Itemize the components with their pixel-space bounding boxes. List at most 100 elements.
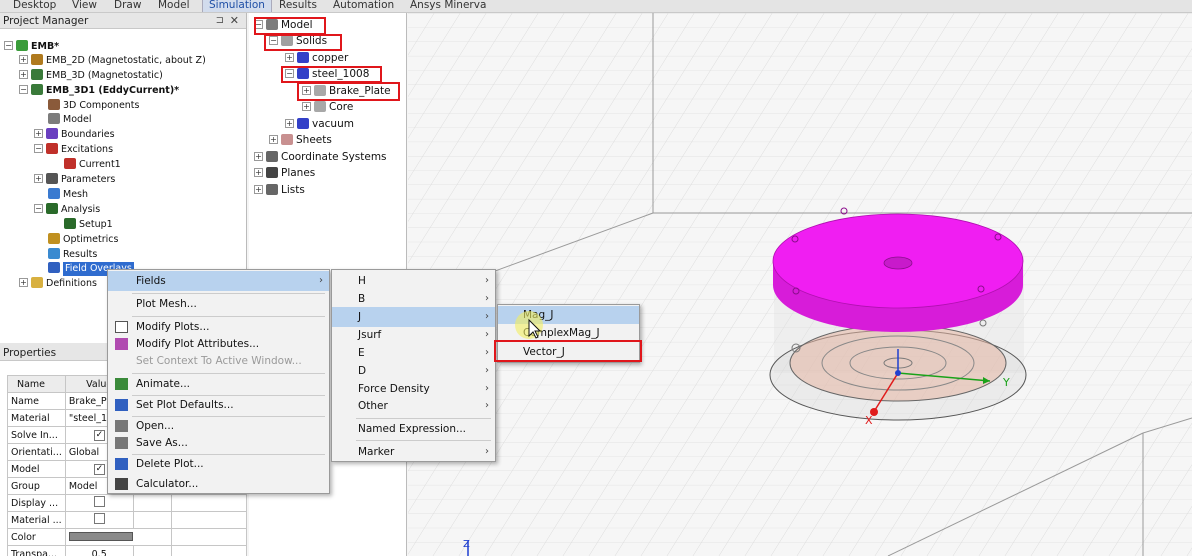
boundaries-icon xyxy=(46,128,58,139)
submenu-item-j[interactable]: J › xyxy=(332,307,495,327)
expand-icon[interactable]: + xyxy=(254,185,263,194)
property-value[interactable]: 0.5 xyxy=(64,545,134,556)
expand-icon[interactable]: + xyxy=(269,135,278,144)
submenu-item-jsurf[interactable]: Jsurf › xyxy=(332,325,495,345)
table-row[interactable]: Color xyxy=(7,528,248,546)
expand-icon[interactable]: + xyxy=(285,119,294,128)
current-icon xyxy=(64,158,76,169)
tree-item-model[interactable]: − Model xyxy=(254,18,313,32)
submenu-arrow-icon: › xyxy=(485,311,489,322)
collapse-icon[interactable]: − xyxy=(4,41,13,50)
submenu-item-h[interactable]: H › xyxy=(332,271,495,291)
pm-item-definitions[interactable]: + Definitions xyxy=(19,277,97,291)
submenu-item-d[interactable]: D › xyxy=(332,361,495,381)
pm-item-optimetrics[interactable]: Optimetrics xyxy=(48,233,118,247)
delete-plot-icon xyxy=(115,458,128,470)
expand-icon[interactable]: + xyxy=(285,53,294,62)
expand-icon[interactable]: + xyxy=(302,86,311,95)
expand-icon[interactable]: + xyxy=(19,55,28,64)
analysis-icon xyxy=(46,203,58,214)
tree-item-core[interactable]: + Core xyxy=(302,100,353,114)
components-icon xyxy=(48,99,60,110)
pm-item-excitations[interactable]: − Excitations xyxy=(34,143,113,157)
submenu-item-b[interactable]: B › xyxy=(332,289,495,309)
collapse-icon[interactable]: − xyxy=(285,69,294,78)
collapse-icon[interactable]: − xyxy=(19,85,28,94)
3d-viewport[interactable]: X Y Z xyxy=(408,13,1192,556)
model-checkbox[interactable]: ✓ xyxy=(93,464,105,475)
tree-item-solids[interactable]: − Solids xyxy=(269,34,327,48)
tab-desktop[interactable]: Desktop xyxy=(13,0,56,12)
pm-item-mesh[interactable]: Mesh xyxy=(48,188,88,202)
pm-item-analysis[interactable]: − Analysis xyxy=(34,203,100,217)
menu-item-fields[interactable]: Fields › xyxy=(108,271,329,291)
solve-inside-checkbox[interactable]: ✓ xyxy=(93,430,105,441)
tree-item-planes[interactable]: + Planes xyxy=(254,166,315,180)
pm-item-results[interactable]: Results xyxy=(48,248,97,262)
collapse-icon[interactable]: − xyxy=(34,204,43,213)
pm-item-emb-3d1[interactable]: − EMB_3D1 (EddyCurrent)* xyxy=(19,84,179,98)
menu-item-calculator[interactable]: Calculator... xyxy=(108,474,329,494)
submenu-item-other[interactable]: Other › xyxy=(332,396,495,416)
property-value xyxy=(64,528,172,546)
pm-item-emb-2d[interactable]: + EMB_2D (Magnetostatic, about Z) xyxy=(19,54,206,68)
tab-view[interactable]: View xyxy=(72,0,97,12)
property-name: Display ... xyxy=(7,494,66,512)
collapse-icon[interactable]: − xyxy=(269,36,278,45)
menu-item-set-plot-defaults[interactable]: Set Plot Defaults... xyxy=(108,395,329,415)
menu-item-save-as[interactable]: Save As... xyxy=(108,433,329,453)
tree-item-copper[interactable]: + copper xyxy=(285,51,348,65)
collapse-icon[interactable]: − xyxy=(34,144,43,153)
submenu-item-vector-j[interactable]: Vector_J xyxy=(498,343,639,361)
display-wireframe-checkbox[interactable] xyxy=(93,496,105,507)
submenu-item-named-expression[interactable]: Named Expression... xyxy=(332,419,495,439)
pm-item-boundaries[interactable]: + Boundaries xyxy=(34,128,115,142)
tab-simulation[interactable]: Simulation xyxy=(202,0,272,12)
submenu-arrow-icon: › xyxy=(485,293,489,304)
menu-item-delete-plot[interactable]: Delete Plot... xyxy=(108,454,329,474)
expand-icon[interactable]: + xyxy=(34,129,43,138)
pm-item-3d-components[interactable]: 3D Components xyxy=(48,99,139,113)
menu-item-animate[interactable]: Animate... xyxy=(108,374,329,394)
menu-item-plot-mesh[interactable]: Plot Mesh... xyxy=(108,294,329,314)
optimetrics-icon xyxy=(48,233,60,244)
field-overlays-icon xyxy=(48,262,60,273)
close-icon[interactable]: ✕ xyxy=(230,14,239,27)
material-icon xyxy=(297,118,309,129)
table-row[interactable]: Material ... xyxy=(7,511,248,529)
tab-draw[interactable]: Draw xyxy=(114,0,141,12)
table-row[interactable]: Display ... xyxy=(7,494,248,512)
tab-automation[interactable]: Automation xyxy=(333,0,394,12)
expand-icon[interactable]: + xyxy=(19,278,28,287)
expand-icon[interactable]: + xyxy=(302,102,311,111)
project-manager-title: Project Manager xyxy=(3,15,89,27)
pm-item-emb[interactable]: − EMB* xyxy=(4,40,59,54)
animate-icon xyxy=(115,378,128,390)
tab-ansys-minerva[interactable]: Ansys Minerva xyxy=(410,0,486,12)
pm-item-model[interactable]: Model xyxy=(48,113,92,127)
table-row[interactable]: Transpa... 0.5 xyxy=(7,545,248,556)
expand-icon[interactable]: + xyxy=(254,168,263,177)
expand-icon[interactable]: + xyxy=(254,152,263,161)
color-swatch[interactable] xyxy=(68,531,133,541)
tab-results[interactable]: Results xyxy=(279,0,317,12)
tree-item-steel-1008[interactable]: − steel_1008 xyxy=(285,67,369,81)
tree-item-sheets[interactable]: + Sheets xyxy=(269,133,332,147)
collapse-icon[interactable]: − xyxy=(254,20,263,29)
pm-item-emb-3d[interactable]: + EMB_3D (Magnetostatic) xyxy=(19,69,163,83)
tree-item-lists[interactable]: + Lists xyxy=(254,183,305,197)
viewport-canvas: X Y Z xyxy=(408,13,1192,556)
expand-icon[interactable]: + xyxy=(34,174,43,183)
submenu-item-marker[interactable]: Marker › xyxy=(332,442,495,462)
pm-item-current1[interactable]: Current1 xyxy=(64,158,121,172)
tree-item-vacuum[interactable]: + vacuum xyxy=(285,117,354,131)
submenu-item-e[interactable]: E › xyxy=(332,343,495,363)
expand-icon[interactable]: + xyxy=(19,70,28,79)
tree-item-coordinate-systems[interactable]: + Coordinate Systems xyxy=(254,150,387,164)
pin-icon[interactable]: ⊐ xyxy=(216,15,224,26)
tab-model[interactable]: Model xyxy=(158,0,190,12)
pm-item-setup1[interactable]: Setup1 xyxy=(64,218,113,232)
pm-item-parameters[interactable]: + Parameters xyxy=(34,173,115,187)
tree-item-brake-plate[interactable]: + Brake_Plate xyxy=(302,84,391,98)
material-appearance-checkbox[interactable] xyxy=(93,513,105,524)
